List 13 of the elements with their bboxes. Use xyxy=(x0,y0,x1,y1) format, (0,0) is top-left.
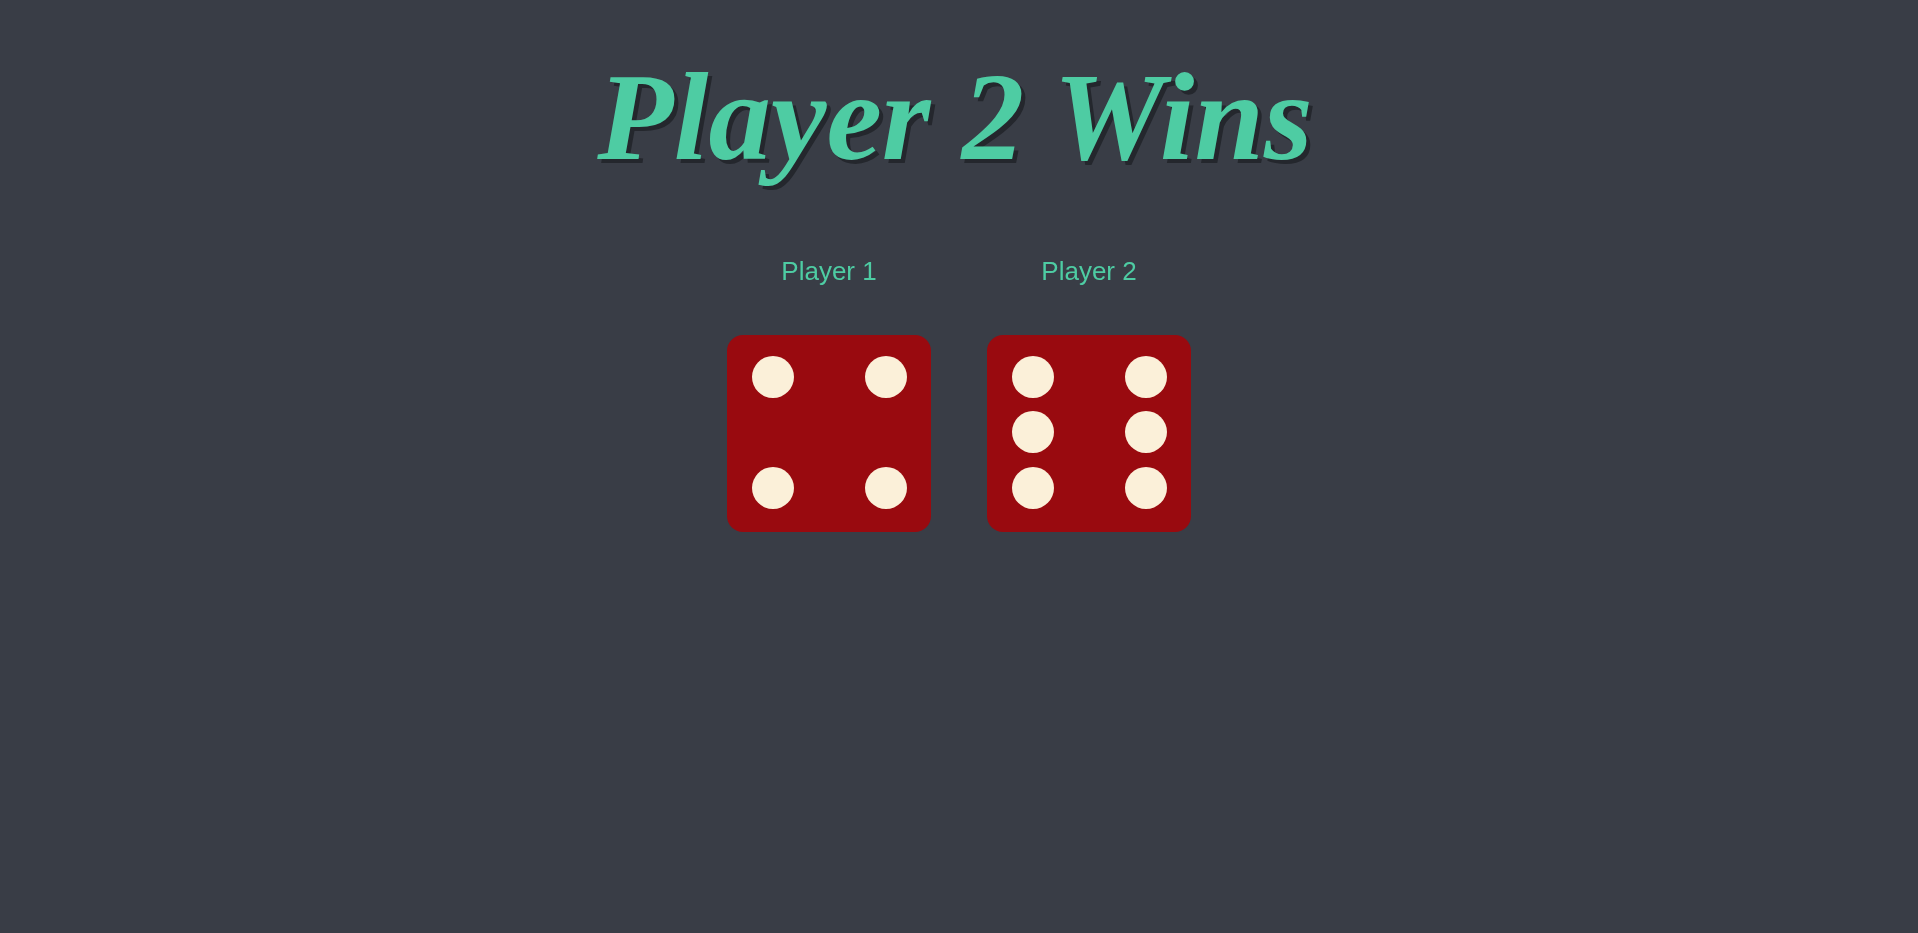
pip-icon xyxy=(1012,466,1054,509)
winner-title: Player 2 Wins xyxy=(596,47,1314,188)
player-label: Player 1 xyxy=(781,255,877,287)
pip-icon xyxy=(752,466,794,509)
pip-icon xyxy=(865,466,907,509)
pip-icon xyxy=(752,355,794,398)
pip-icon xyxy=(1012,355,1054,398)
pip-icon xyxy=(1012,411,1054,454)
pip-icon xyxy=(1125,466,1167,509)
pip-icon xyxy=(1125,355,1167,398)
pip-icon xyxy=(865,355,907,398)
pip-icon xyxy=(1125,411,1167,454)
player-label: Player 2 xyxy=(1041,255,1137,287)
